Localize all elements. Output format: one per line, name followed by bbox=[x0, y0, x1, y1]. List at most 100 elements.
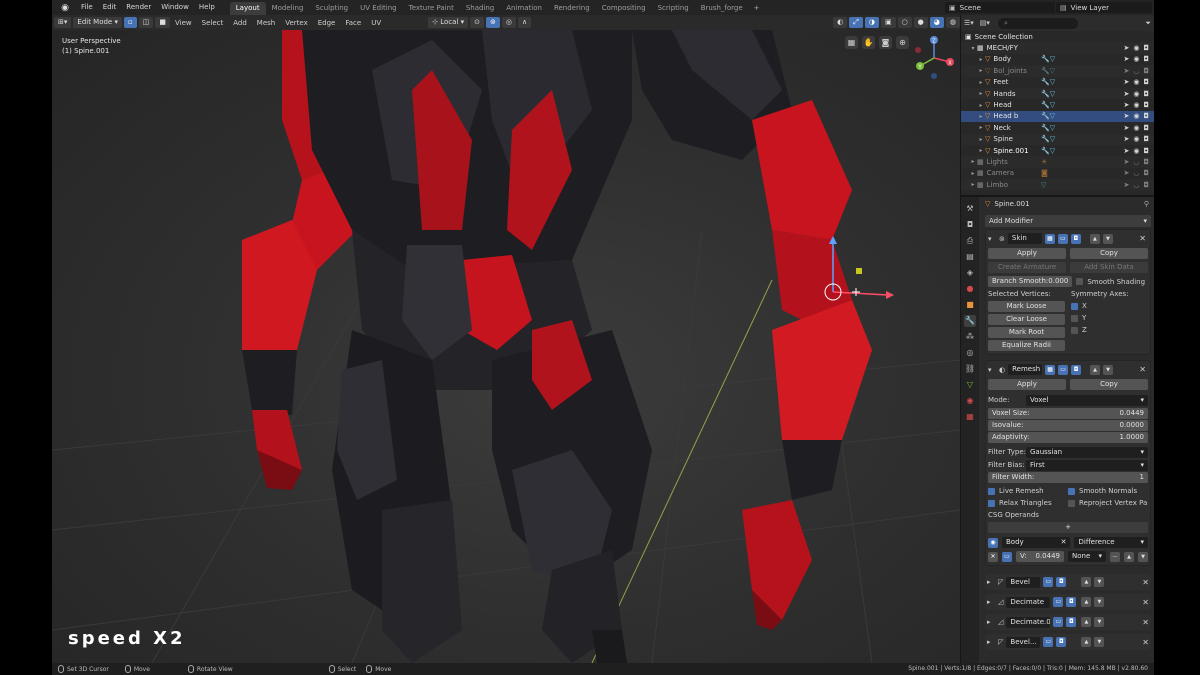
menu-file[interactable]: File bbox=[76, 0, 98, 15]
blender-logo-icon[interactable]: ◉ bbox=[58, 1, 72, 15]
overlay-toggle-icon[interactable]: ◑ bbox=[864, 17, 879, 28]
select-toggle-icon[interactable]: ➤ bbox=[1123, 55, 1129, 63]
symmetry-x-checkbox[interactable] bbox=[1071, 302, 1078, 310]
view-layer-selector[interactable]: ▤ View Layer bbox=[1056, 2, 1152, 13]
outliner-row-limbo[interactable]: ▸ ▦ Limbo ▽ ➤ ◡ ◘ bbox=[961, 179, 1154, 191]
operand-operation-dropdown[interactable]: Difference ▾ bbox=[1074, 537, 1148, 548]
select-toggle-icon[interactable]: ➤ bbox=[1123, 112, 1129, 120]
render-camera-icon[interactable]: ◘ bbox=[1143, 44, 1149, 52]
close-icon[interactable]: ✕ bbox=[1139, 234, 1146, 243]
eye-icon[interactable]: ◉ bbox=[1133, 135, 1139, 143]
move-down-icon[interactable]: ▼ bbox=[1102, 233, 1113, 244]
tab-texture-paint[interactable]: Texture Paint bbox=[403, 2, 460, 15]
shading-material-icon[interactable]: ◕ bbox=[929, 17, 944, 28]
texture-tab-icon[interactable]: ▦ bbox=[964, 411, 976, 423]
menu-uv[interactable]: UV bbox=[366, 19, 386, 27]
select-toggle-icon[interactable]: ➤ bbox=[1123, 67, 1129, 75]
collapse-icon[interactable]: ▾ bbox=[988, 235, 996, 243]
expand-icon[interactable]: ▸ bbox=[977, 90, 985, 97]
xray-icon[interactable]: ▣ bbox=[880, 17, 896, 28]
voxel-size-field[interactable]: Voxel Size: 0.0449 bbox=[988, 408, 1148, 419]
mark-root-button[interactable]: Mark Root bbox=[988, 327, 1065, 338]
menu-view[interactable]: View bbox=[170, 19, 197, 27]
bevel-modifier-name[interactable]: Bevel bbox=[1006, 576, 1041, 588]
object-tab-icon[interactable]: ■ bbox=[964, 299, 976, 311]
camera-icon[interactable]: ◙ bbox=[879, 36, 892, 49]
tab-rendering[interactable]: Rendering bbox=[548, 2, 596, 15]
move-up-icon[interactable]: ▲ bbox=[1081, 617, 1092, 627]
pan-hand-icon[interactable]: ✋ bbox=[862, 36, 875, 49]
move-down-icon[interactable]: ▼ bbox=[1094, 617, 1105, 627]
proportional-edit-icon[interactable]: ◎ bbox=[501, 17, 516, 28]
expand-icon[interactable]: ▸ bbox=[977, 67, 985, 74]
navigation-gizmo[interactable]: Z X Y bbox=[910, 34, 958, 82]
render-camera-icon[interactable]: ◘ bbox=[1143, 112, 1149, 120]
render-toggle-icon[interactable]: ◘ bbox=[1066, 597, 1077, 607]
tab-sculpting[interactable]: Sculpting bbox=[309, 2, 354, 15]
physics-tab-icon[interactable]: ◎ bbox=[964, 347, 976, 359]
move-up-icon[interactable]: ▲ bbox=[1089, 233, 1100, 244]
render-toggle-icon[interactable]: ◘ bbox=[1070, 233, 1081, 244]
select-toggle-icon[interactable]: ➤ bbox=[1123, 44, 1129, 52]
falloff-icon[interactable]: ∧ bbox=[518, 17, 532, 28]
operand-down-icon[interactable]: ▼ bbox=[1138, 551, 1148, 562]
outliner-row-scene-collection[interactable]: ▣ Scene Collection bbox=[961, 31, 1154, 42]
move-up-icon[interactable]: ▲ bbox=[1081, 637, 1092, 647]
expand-icon[interactable]: ▸ bbox=[969, 170, 977, 177]
operand-sync-icon[interactable]: ▭ bbox=[1002, 551, 1012, 562]
edit-mode-toggle-icon[interactable]: ▦ bbox=[1045, 364, 1056, 375]
symmetry-z-checkbox[interactable] bbox=[1071, 326, 1078, 334]
collapse-icon[interactable]: ▾ bbox=[988, 366, 996, 374]
select-toggle-icon[interactable]: ➤ bbox=[1123, 158, 1129, 166]
tab-scripting[interactable]: Scripting bbox=[652, 2, 695, 15]
select-toggle-icon[interactable]: ➤ bbox=[1123, 169, 1129, 177]
viewport-toggle-icon[interactable]: ▭ bbox=[1053, 617, 1064, 627]
smooth-normals-checkbox[interactable] bbox=[1068, 487, 1075, 495]
tab-compositing[interactable]: Compositing bbox=[596, 2, 652, 15]
render-camera-icon[interactable]: ◘ bbox=[1143, 55, 1149, 63]
viewport-toggle-icon[interactable]: ▭ bbox=[1043, 577, 1054, 587]
close-icon[interactable]: ✕ bbox=[1142, 578, 1149, 587]
vertex-select-icon[interactable]: ▫ bbox=[124, 17, 137, 28]
viewport-toggle-icon[interactable]: ▭ bbox=[1043, 637, 1054, 647]
outliner-row-lights[interactable]: ▸ ▦ Lights ☀ ➤ ◡ ◘ bbox=[961, 156, 1154, 168]
select-toggle-icon[interactable]: ➤ bbox=[1123, 181, 1129, 189]
world-tab-icon[interactable]: ● bbox=[964, 283, 976, 295]
add-modifier-dropdown[interactable]: Add Modifier ▾ bbox=[985, 215, 1151, 227]
tab-uv-editing[interactable]: UV Editing bbox=[354, 2, 403, 15]
move-up-icon[interactable]: ▲ bbox=[1081, 597, 1092, 607]
add-operand-button[interactable]: + bbox=[988, 522, 1148, 533]
eye-closed-icon[interactable]: ◡ bbox=[1133, 181, 1139, 189]
mode-selector[interactable]: Edit Mode ▾ bbox=[73, 17, 122, 28]
expand-icon[interactable]: ▸ bbox=[977, 102, 985, 109]
remesh-modifier-name[interactable]: Remesh bbox=[1008, 364, 1043, 375]
expand-icon[interactable]: ▸ bbox=[969, 158, 977, 165]
operand-none-dropdown[interactable]: None ▾ bbox=[1068, 551, 1106, 562]
move-down-icon[interactable]: ▼ bbox=[1094, 597, 1105, 607]
render-camera-icon[interactable]: ◘ bbox=[1143, 124, 1149, 132]
remesh-apply-button[interactable]: Apply bbox=[988, 379, 1066, 390]
viewport-toggle-icon[interactable]: ▭ bbox=[1057, 233, 1068, 244]
reproject-checkbox[interactable] bbox=[1068, 499, 1075, 507]
3d-viewport[interactable]: User Perspective (1) Spine.001 ▦ ✋ ◙ ⊕ Z… bbox=[52, 30, 960, 663]
close-icon[interactable]: ✕ bbox=[1139, 365, 1146, 374]
expand-icon[interactable]: ▸ bbox=[977, 79, 985, 86]
gizmo-toggle-icon[interactable]: ⤢ bbox=[849, 17, 863, 28]
live-remesh-checkbox[interactable] bbox=[988, 487, 995, 495]
render-camera-icon[interactable]: ◘ bbox=[1143, 158, 1149, 166]
smooth-shading-checkbox[interactable] bbox=[1076, 278, 1084, 285]
shading-wireframe-icon[interactable]: ○ bbox=[897, 17, 912, 28]
render-camera-icon[interactable]: ◘ bbox=[1143, 147, 1149, 155]
operand-remove-icon[interactable]: ✕ bbox=[988, 551, 998, 562]
expand-icon[interactable]: ▸ bbox=[977, 113, 985, 120]
tab-animation[interactable]: Animation bbox=[500, 2, 548, 15]
render-camera-icon[interactable]: ◘ bbox=[1143, 169, 1149, 177]
operand-up-icon[interactable]: ▲ bbox=[1124, 551, 1134, 562]
eye-closed-icon[interactable]: ◡ bbox=[1133, 158, 1139, 166]
operand-minus-icon[interactable]: — bbox=[1110, 551, 1120, 562]
eye-icon[interactable]: ◉ bbox=[1133, 78, 1139, 86]
move-up-icon[interactable]: ▲ bbox=[1090, 364, 1101, 375]
add-workspace-icon[interactable]: + bbox=[749, 4, 765, 12]
outliner-search-input[interactable]: ⌕ bbox=[997, 17, 1078, 29]
edge-select-icon[interactable]: ◫ bbox=[138, 17, 154, 28]
